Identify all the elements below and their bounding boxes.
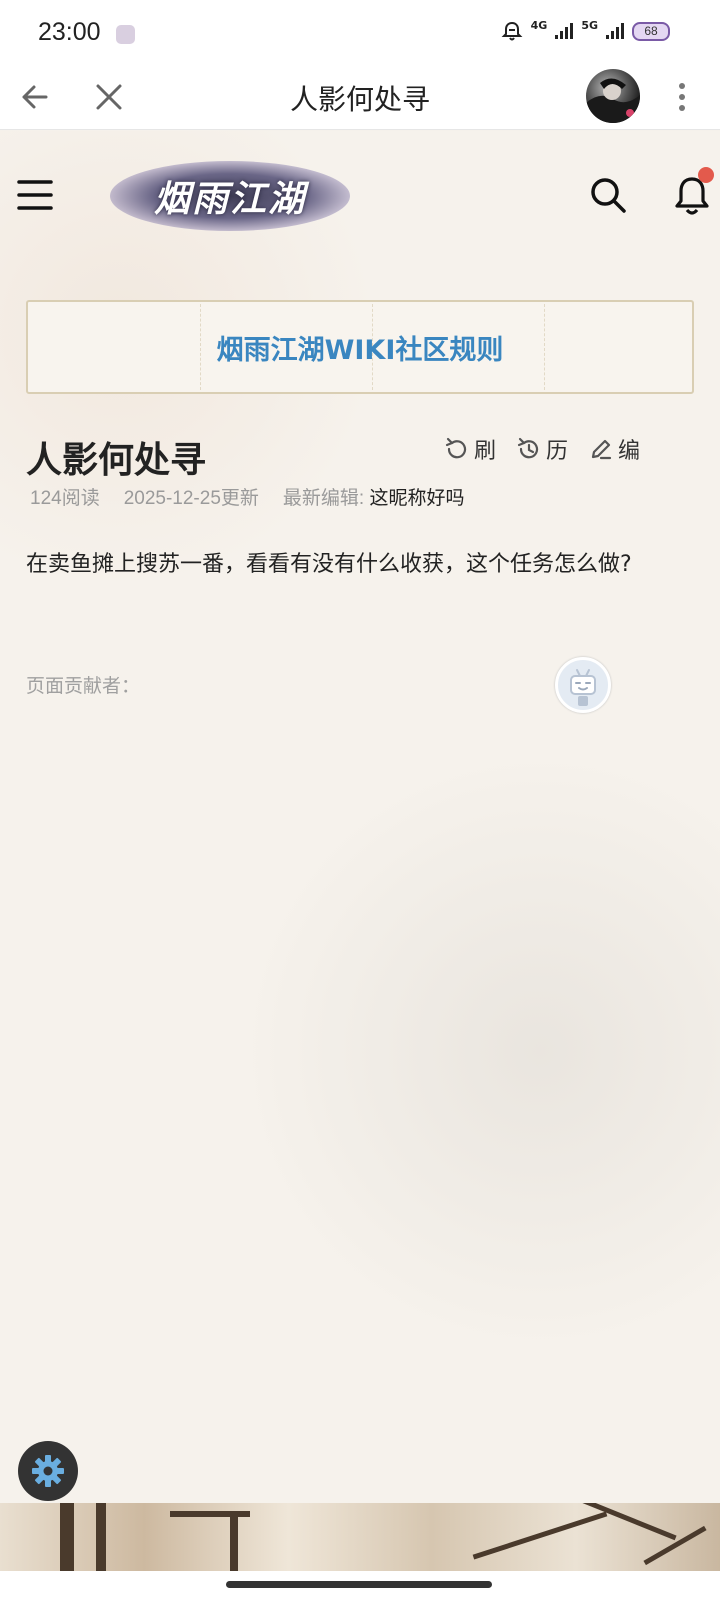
network-label-5g: 5G: [581, 18, 598, 32]
footer-art-stroke: [230, 1517, 238, 1571]
last-editor: 最新编辑: 这昵称好吗: [283, 483, 465, 510]
page-meta: 124阅读 2025-12-25更新 最新编辑: 这昵称好吗: [30, 483, 464, 510]
menu-button[interactable]: [16, 175, 56, 215]
home-gesture-handle[interactable]: [226, 1581, 492, 1588]
settings-button[interactable]: [18, 1441, 78, 1501]
status-time: 23:00: [38, 18, 101, 46]
search-icon: [591, 178, 626, 213]
edit-button[interactable]: 编: [588, 433, 640, 465]
footer-art-stroke: [170, 1511, 250, 1517]
last-editor-label: 最新编辑:: [282, 488, 365, 509]
status-indicators: 4G 5G 68: [501, 18, 670, 42]
alarm-icon: [501, 21, 523, 41]
read-count: 124阅读: [30, 488, 100, 509]
status-bar: 23:00 4G 5G 68: [0, 0, 720, 64]
signal-icon: [555, 23, 574, 39]
banner-divider: [544, 304, 545, 390]
edit-icon: [591, 439, 612, 460]
community-rules-link[interactable]: 烟雨江湖WIKI社区规则: [217, 328, 504, 367]
contributors-label: 页面贡献者：: [26, 675, 141, 697]
edit-label: 编: [618, 439, 641, 464]
page-title: 人影何处寻: [26, 440, 207, 481]
history-icon: [517, 437, 539, 459]
history-label: 历: [546, 439, 569, 464]
site-logo[interactable]: 烟雨江湖: [110, 161, 350, 231]
banner-divider: [200, 304, 201, 390]
footer-illustration: [0, 1503, 720, 1571]
refresh-icon: [445, 437, 467, 459]
wiki-page: 烟雨江湖 烟雨江湖WIKI社区规则 人影何处寻 刷 历 编 124阅读 2025…: [0, 131, 720, 1503]
refresh-label: 刷: [474, 439, 497, 464]
gear-icon: [32, 1455, 64, 1487]
avatar-image: [586, 78, 640, 123]
community-rules-banner[interactable]: 烟雨江湖WIKI社区规则: [26, 300, 694, 394]
app-notification-icon: [116, 25, 135, 44]
hamburger-icon: [17, 180, 53, 210]
more-options-button[interactable]: [664, 78, 700, 116]
footer-art-stroke: [60, 1503, 74, 1571]
tv-mascot-icon: [570, 669, 596, 706]
signal-icon: [606, 23, 624, 39]
article-content: 在卖鱼摊上搜苏一番，看看有没有什么收获，这个任务怎么做?: [26, 552, 632, 577]
footer-art-stroke: [96, 1503, 106, 1571]
more-vertical-icon: [679, 83, 685, 111]
app-bar: 人影何处寻: [0, 64, 720, 130]
history-button[interactable]: 历: [516, 433, 568, 465]
system-nav-bar: [0, 1571, 720, 1600]
refresh-button[interactable]: 刷: [444, 433, 496, 465]
battery-indicator: 68: [632, 21, 670, 41]
user-avatar[interactable]: [586, 69, 640, 123]
footer-art-stroke: [472, 1511, 608, 1560]
contributor-avatar[interactable]: [555, 657, 611, 713]
logo-text: 烟雨江湖: [153, 178, 306, 220]
last-editor-name[interactable]: 这昵称好吗: [369, 488, 464, 509]
notification-badge: [698, 167, 714, 183]
update-date: 2025-12-25更新: [123, 488, 259, 509]
page-actions: 刷 历 编: [444, 433, 640, 465]
search-button[interactable]: [588, 175, 628, 215]
network-label-4g: 4G: [530, 18, 548, 32]
